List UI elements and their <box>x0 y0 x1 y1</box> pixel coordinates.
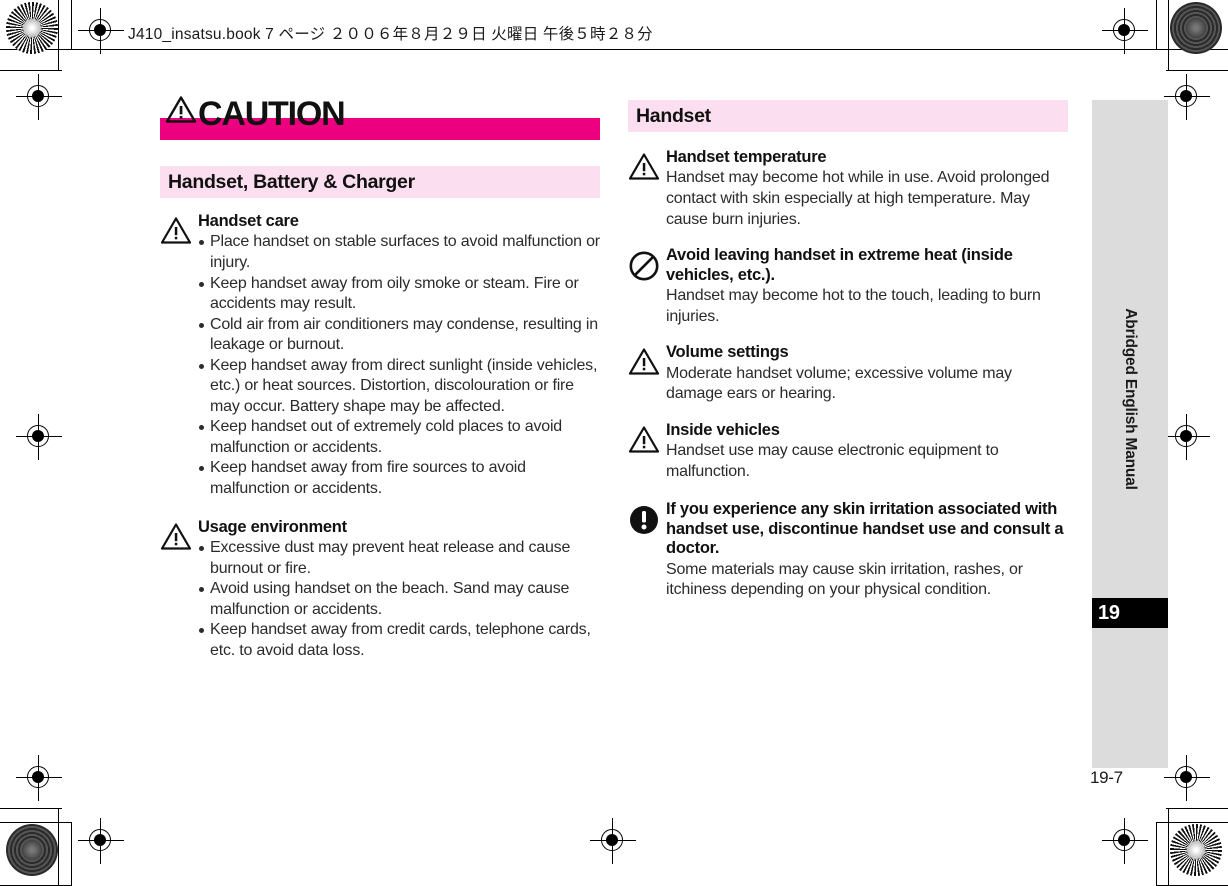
registration-mark-right-middle <box>1164 414 1210 460</box>
list-item: Keep handset away from oily smoke or ste… <box>198 274 600 315</box>
entry-handset-care: Handset care Place handset on stable sur… <box>160 212 600 500</box>
registration-target-top-left <box>6 2 58 54</box>
list-item: Place handset on stable surfaces to avoi… <box>198 232 600 273</box>
entry-volume-settings: Volume settings Moderate handset volume;… <box>628 343 1068 405</box>
header-rule <box>60 49 1165 51</box>
crop-line-bottom-right-h <box>1166 808 1228 810</box>
crop-line-top-right-v <box>1168 0 1170 70</box>
entry-title: Usage environment <box>198 517 347 536</box>
entry-text: Moderate handset volume; excessive volum… <box>666 364 1012 403</box>
list-item: Keep handset out of extremely cold place… <box>198 417 600 458</box>
crop-line-bottom-left-h <box>0 808 62 810</box>
mandatory-exclamation-icon <box>628 500 666 601</box>
list-item: Keep handset away from fire sources to a… <box>198 458 600 499</box>
manual-page: J410_insatsu.book 7 ページ ２００６年８月２９日 火曜日 午… <box>0 0 1228 886</box>
registration-mark-left-lower <box>16 755 62 801</box>
registration-target-bottom-right <box>1170 824 1222 876</box>
entry-inside-vehicles: Inside vehicles Handset use may cause el… <box>628 421 1068 483</box>
entry-text: Handset may become hot while in use. Avo… <box>666 169 1050 228</box>
crop-line-bottom-left-v <box>58 808 60 886</box>
caution-banner: CAUTION <box>160 95 600 140</box>
registration-mark-bottom-left <box>78 818 124 864</box>
list-item: Avoid using handset on the beach. Sand m… <box>198 579 600 620</box>
crop-line-top-left-h <box>0 70 62 72</box>
registration-mark-top-right <box>1102 8 1148 54</box>
warning-triangle-icon <box>628 343 666 405</box>
page-folio: 19-7 <box>1090 768 1123 787</box>
warning-triangle-icon <box>628 148 666 230</box>
chapter-tab: Abridged English Manual 19 <box>1092 100 1168 768</box>
crop-line-top-right-h <box>1166 70 1228 72</box>
entry-text: Handset may become hot to the touch, lea… <box>666 287 1041 325</box>
chapter-number-badge: 19 <box>1092 598 1168 628</box>
caution-title: CAUTION <box>165 94 346 134</box>
registration-mark-top-left <box>78 8 124 54</box>
entry-bullet-list: Excessive dust may prevent heat release … <box>198 538 600 661</box>
entry-title: If you experience any skin irritation as… <box>666 500 1064 558</box>
registration-mark-right-lower <box>1164 755 1210 801</box>
registration-mark-left-middle <box>16 414 62 460</box>
registration-mark-right-upper <box>1164 74 1210 120</box>
prohibition-icon <box>628 246 666 327</box>
crop-line-top-left-v <box>58 0 60 70</box>
chapter-number: 19 <box>1098 601 1120 624</box>
section-band-handset: Handset <box>628 100 1068 132</box>
section-band-handset-battery-charger: Handset, Battery & Charger <box>160 166 600 198</box>
entry-title: Handset care <box>198 212 299 230</box>
entry-avoid-extreme-heat: Avoid leaving handset in extreme heat (i… <box>628 246 1068 327</box>
entry-title: Inside vehicles <box>666 420 780 439</box>
section-band-label: Handset <box>636 104 711 127</box>
entry-title: Avoid leaving handset in extreme heat (i… <box>666 246 1013 284</box>
entry-title: Handset temperature <box>666 148 827 166</box>
entry-text: Some materials may cause skin irritation… <box>666 560 1023 599</box>
warning-triangle-icon <box>165 94 197 133</box>
warning-triangle-icon <box>160 518 198 662</box>
crop-line-bottom-right-v <box>1168 808 1170 886</box>
list-item: Excessive dust may prevent heat release … <box>198 538 600 579</box>
right-column: Handset Handset temperature Handset may … <box>628 100 1068 601</box>
entry-bullet-list: Place handset on stable surfaces to avoi… <box>198 232 600 499</box>
registration-mark-bottom-center <box>590 818 636 864</box>
registration-mark-left-upper <box>16 74 62 120</box>
warning-triangle-icon <box>628 421 666 483</box>
registration-mark-bottom-right <box>1102 818 1148 864</box>
list-item: Keep handset away from credit cards, tel… <box>198 620 600 661</box>
entry-text: Handset use may cause electronic equipme… <box>666 442 999 480</box>
list-item: Keep handset away from direct sunlight (… <box>198 356 600 418</box>
list-item: Cold air from air conditioners may conde… <box>198 315 600 356</box>
registration-target-top-right <box>1170 2 1222 54</box>
entry-usage-environment: Usage environment Excessive dust may pre… <box>160 518 600 662</box>
header-slug: J410_insatsu.book 7 ページ ２００６年８月２９日 火曜日 午… <box>128 26 653 43</box>
caution-label: CAUTION <box>198 95 346 133</box>
entry-skin-irritation: If you experience any skin irritation as… <box>628 500 1068 601</box>
left-column: CAUTION Handset, Battery & Charger Hands… <box>160 95 600 662</box>
entry-title: Volume settings <box>666 343 789 362</box>
chapter-tab-label: Abridged English Manual <box>1122 308 1139 490</box>
entry-handset-temperature: Handset temperature Handset may become h… <box>628 148 1068 230</box>
section-band-label: Handset, Battery & Charger <box>168 170 415 193</box>
warning-triangle-icon <box>160 212 198 500</box>
registration-target-bottom-left <box>6 824 58 876</box>
